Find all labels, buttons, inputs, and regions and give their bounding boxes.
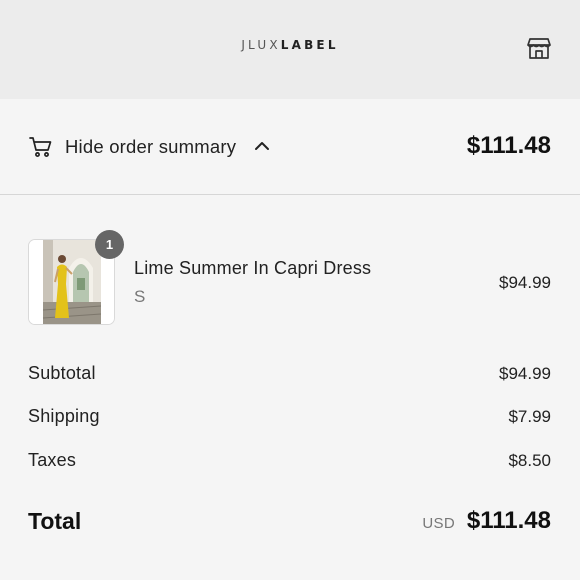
product-variant: S (134, 287, 146, 306)
shipping-value: $7.99 (508, 407, 551, 426)
taxes-value: $8.50 (508, 451, 551, 470)
quantity-badge: 1 (95, 230, 124, 259)
taxes-label: Taxes (28, 450, 77, 470)
summary-total-price: $111.48 (466, 132, 551, 159)
subtotal-label: Subtotal (28, 363, 96, 383)
product-name: Lime Summer In Capri Dress (134, 258, 372, 278)
product-price: $94.99 (499, 273, 551, 292)
header: JLUXLABEL (0, 0, 580, 99)
hide-order-summary-label: Hide order summary (65, 136, 237, 157)
currency-code: USD (422, 515, 455, 532)
total-row: Total USD $111.48 (0, 505, 580, 541)
order-summary-toggle[interactable]: Hide order summary $111.48 (0, 99, 580, 195)
chevron-up-icon (255, 142, 269, 150)
logo-light-text: JLUX (241, 38, 281, 52)
shipping-row: Shipping $7.99 (0, 406, 580, 430)
taxes-row: Taxes $8.50 (0, 450, 580, 474)
total-value: $111.48 (466, 507, 551, 534)
logo-bold-text: LABEL (280, 38, 339, 52)
total-label: Total (28, 508, 82, 534)
shipping-label: Shipping (28, 406, 100, 426)
store-icon[interactable] (527, 37, 551, 59)
subtotal-value: $94.99 (499, 364, 551, 383)
line-item: 1 Lime Summer In Capri Dress S $94.99 (0, 230, 580, 330)
subtotal-row: Subtotal $94.99 (0, 363, 580, 387)
cart-icon (29, 137, 52, 157)
brand-logo[interactable]: JLUXLABEL (0, 38, 580, 52)
